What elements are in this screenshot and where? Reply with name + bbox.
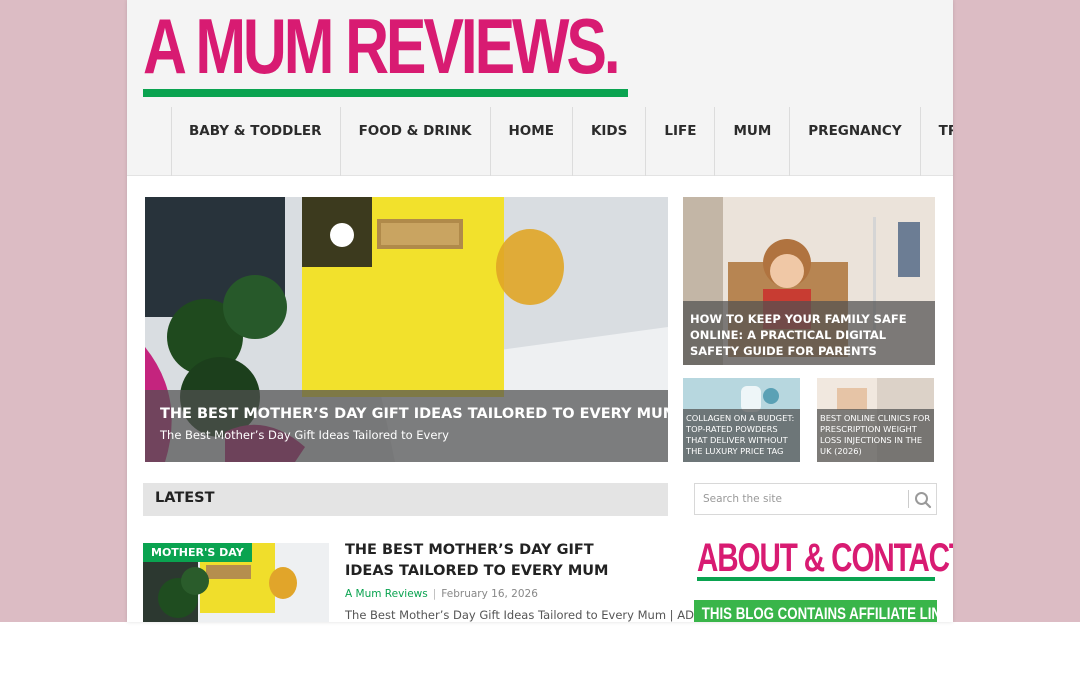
featured-small-title-1[interactable]: COLLAGEN ON A BUDGET: TOP-RATED POWDERS … [686, 413, 797, 457]
logo-underline [143, 89, 628, 97]
post-title[interactable]: THE BEST MOTHER’S DAY GIFT IDEAS TAILORE… [345, 540, 635, 582]
affiliate-banner: THIS BLOG CONTAINS AFFILIATE LINKS. [694, 600, 937, 622]
featured-main-article[interactable]: THE BEST MOTHER’S DAY GIFT IDEAS TAILORE… [145, 197, 668, 462]
featured-side-article[interactable]: HOW TO KEEP YOUR FAMILY SAFE ONLINE: A P… [683, 197, 935, 365]
search-input[interactable] [695, 484, 907, 514]
featured-side-title[interactable]: HOW TO KEEP YOUR FAMILY SAFE ONLINE: A P… [690, 311, 928, 359]
meta-separator: | [432, 588, 437, 600]
nav-item-mum[interactable]: MUM [714, 107, 789, 176]
nav-item-life[interactable]: LIFE [645, 107, 714, 176]
post-category-tag[interactable]: MOTHER'S DAY [143, 543, 252, 562]
search-divider [908, 490, 909, 508]
post-author-link[interactable]: A Mum Reviews [345, 588, 428, 600]
nav-item-baby-toddler[interactable]: BABY & TODDLER [171, 107, 340, 176]
post-meta: A Mum Reviews | February 16, 2026 [345, 588, 538, 600]
search-icon[interactable] [913, 490, 933, 510]
featured-main-subtitle: The Best Mother’s Day Gift Ideas Tailore… [160, 428, 449, 442]
featured-side-caption: HOW TO KEEP YOUR FAMILY SAFE ONLINE: A P… [683, 301, 935, 365]
site-logo[interactable]: A MUM REVIEWS. [143, 4, 621, 88]
about-underline [697, 577, 935, 581]
affiliate-banner-text: THIS BLOG CONTAINS AFFILIATE LINKS. [701, 604, 937, 622]
nav-item-home[interactable]: HOME [489, 107, 572, 176]
latest-heading: LATEST [143, 483, 668, 516]
featured-main-title[interactable]: THE BEST MOTHER’S DAY GIFT IDEAS TAILORE… [160, 404, 668, 424]
post-date: February 16, 2026 [441, 588, 538, 600]
nav-item-travel[interactable]: TRAVEL [919, 107, 953, 176]
nav-item-food-drink[interactable]: FOOD & DRINK [339, 107, 490, 176]
nav-item-pregnancy[interactable]: PREGNANCY [789, 107, 919, 176]
main-nav: BABY & TODDLER FOOD & DRINK HOME KIDS LI… [171, 107, 953, 176]
featured-small-article-2[interactable]: BEST ONLINE CLINICS FOR PRESCRIPTION WEI… [817, 378, 934, 462]
featured-small-caption-1: COLLAGEN ON A BUDGET: TOP-RATED POWDERS … [683, 409, 800, 462]
search-box [694, 483, 937, 515]
about-contact-heading[interactable]: ABOUT & CONTACT. [697, 536, 953, 580]
post-thumbnail[interactable]: MOTHER'S DAY [143, 543, 329, 622]
nav-item-kids[interactable]: KIDS [571, 107, 645, 176]
featured-small-title-2[interactable]: BEST ONLINE CLINICS FOR PRESCRIPTION WEI… [820, 413, 931, 457]
featured-main-caption: THE BEST MOTHER’S DAY GIFT IDEAS TAILORE… [145, 390, 668, 462]
post-excerpt: The Best Mother’s Day Gift Ideas Tailore… [345, 608, 694, 622]
featured-small-article-1[interactable]: COLLAGEN ON A BUDGET: TOP-RATED POWDERS … [683, 378, 800, 462]
site-header: A MUM REVIEWS. BABY & TODDLER FOOD & DRI… [127, 0, 953, 176]
site-container: A MUM REVIEWS. BABY & TODDLER FOOD & DRI… [127, 0, 953, 622]
featured-small-caption-2: BEST ONLINE CLINICS FOR PRESCRIPTION WEI… [817, 409, 934, 462]
